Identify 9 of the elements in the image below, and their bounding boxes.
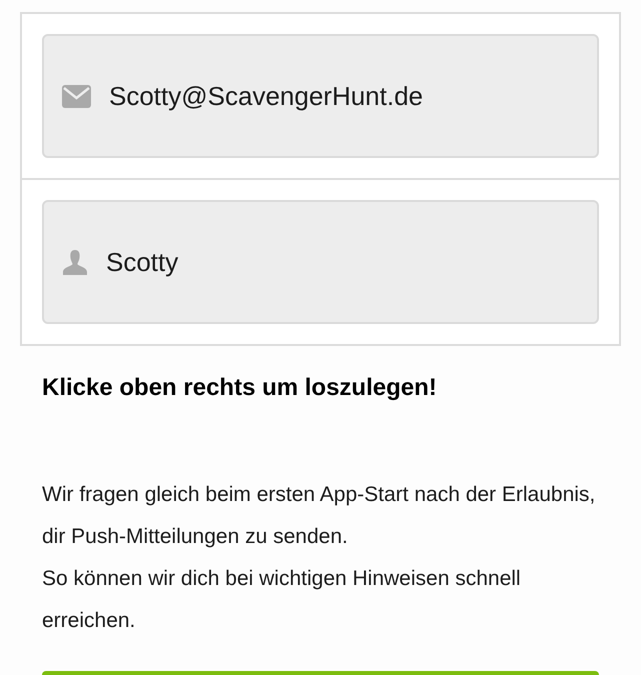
input-field[interactable]: Scotty [42,200,599,324]
field-value: Scotty@ScavengerHunt.de [109,80,424,112]
heading: Klicke oben rechts um loszulegen! [42,373,438,403]
envelope-icon [62,84,91,108]
paragraph: Wir fragen gleich beim ersten App-Start nach der Erlaubnis, dir Push-Mitteilungen zu senden. [42,482,596,550]
field-value: Scotty [106,246,178,278]
input-field[interactable]: Scotty@ScavengerHunt.de [42,34,599,158]
person-icon [62,249,88,275]
paragraph: So können wir dich bei wichtigen Hinweisen schnell erreichen. [42,566,522,634]
